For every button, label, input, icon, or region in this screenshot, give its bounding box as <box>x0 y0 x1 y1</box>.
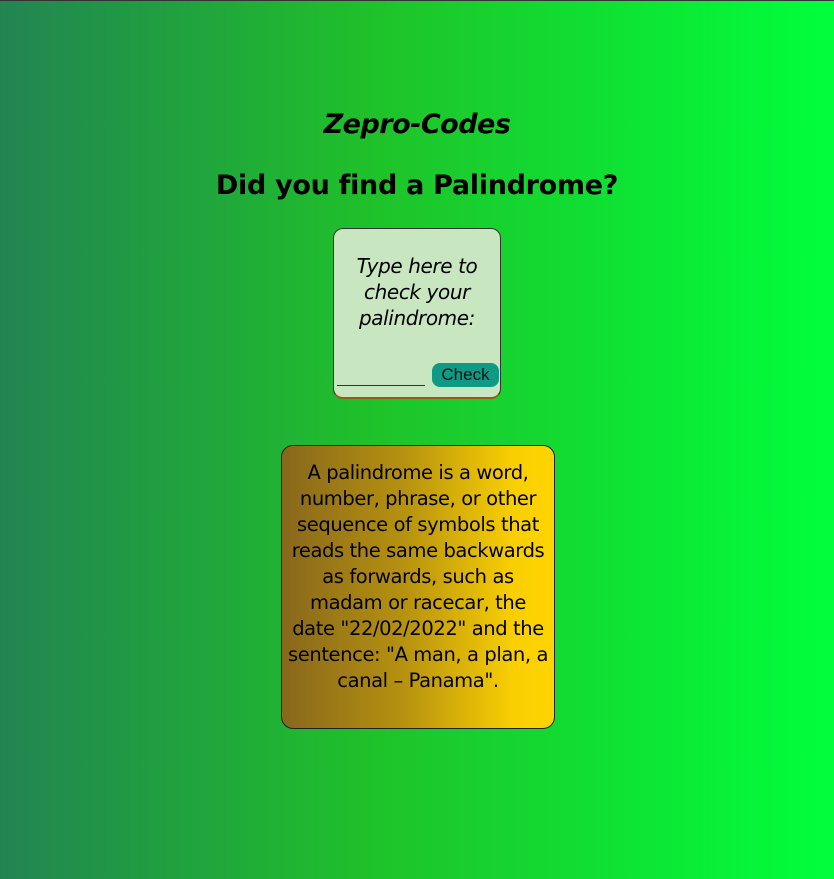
definition-text: A palindrome is a word, number, phrase, … <box>288 461 549 692</box>
brand-title: Zepro-Codes <box>323 109 511 140</box>
check-prompt: Type here to check your palindrome: <box>356 254 478 330</box>
palindrome-input[interactable] <box>337 367 425 386</box>
check-button[interactable]: Check <box>432 363 499 387</box>
palindrome-definition-card: A palindrome is a word, number, phrase, … <box>281 445 555 729</box>
page-title: Did you find a Palindrome? <box>215 170 619 201</box>
palindrome-check-card: Type here to check your palindrome: Chec… <box>333 228 501 399</box>
